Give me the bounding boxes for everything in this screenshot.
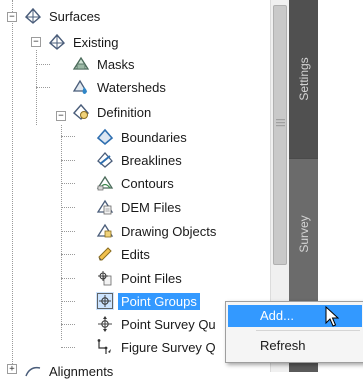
tree-node-label: Point Survey Qu: [121, 316, 216, 332]
tree-node-label: Existing: [73, 34, 119, 50]
tree-node-label: Surfaces: [49, 8, 101, 24]
tree-node-boundaries[interactable]: Boundaries: [96, 126, 190, 148]
edits-icon: [98, 247, 112, 261]
alignments-icon: [25, 366, 41, 377]
contours-icon: [96, 175, 114, 191]
tree-node-label: Contours: [121, 175, 174, 191]
tree-line: [61, 231, 75, 232]
tab-label: Survey: [296, 215, 311, 253]
mouse-cursor-icon: [325, 306, 340, 327]
tab-survey[interactable]: Survey: [289, 159, 318, 310]
tree-line: [61, 347, 75, 348]
tree-line: [36, 87, 50, 88]
surfaces-icon: [25, 7, 41, 24]
tree-node-edits[interactable]: Edits: [96, 243, 153, 265]
figure-survey-queries-icon: [97, 339, 111, 354]
tree-node-label: Edits: [121, 246, 150, 262]
breaklines-icon: [97, 152, 113, 168]
tree-line: [36, 64, 50, 65]
tree-node-surfaces[interactable]: Surfaces: [24, 5, 103, 27]
context-menu: Add... Refresh: [225, 301, 363, 363]
point-files-icon: [98, 271, 112, 286]
tree-line: [61, 278, 75, 279]
tree-node-label: Point Groups: [118, 292, 200, 310]
tree-node-existing[interactable]: Existing: [48, 31, 122, 53]
boundaries-icon: [96, 128, 114, 146]
tree-line: [12, 0, 13, 372]
tree-line: [61, 301, 75, 302]
collapse-existing-toggle[interactable]: −: [31, 37, 41, 47]
tree-node-label: Masks: [97, 56, 135, 72]
tree-node-watersheds[interactable]: Watersheds: [72, 76, 169, 98]
point-groups-icon: [96, 292, 114, 310]
definition-icon: [73, 103, 89, 120]
tree-node-label: Figure Survey Q: [121, 339, 216, 355]
tree-line: [61, 136, 75, 137]
scrollbar-thumb[interactable]: [273, 5, 287, 265]
tree-node-figure-survey-queries[interactable]: Figure Survey Q: [96, 336, 219, 358]
surface-icon: [49, 33, 65, 50]
tree-node-label: Drawing Objects: [121, 223, 217, 239]
tree-line: [61, 160, 75, 161]
tree-node-label: Breaklines: [121, 152, 182, 168]
tree-node-drawing-objects[interactable]: Drawing Objects: [96, 220, 219, 242]
tree-node-label: Boundaries: [121, 129, 187, 145]
collapse-definition-toggle[interactable]: −: [56, 111, 66, 121]
drawing-objects-icon: [96, 223, 114, 238]
tree-line: [61, 125, 62, 340]
expand-alignments-toggle[interactable]: +: [7, 364, 17, 374]
tree-node-label: Definition: [97, 104, 152, 120]
menu-item-refresh[interactable]: Refresh: [228, 335, 362, 357]
menu-item-add[interactable]: Add...: [228, 305, 362, 327]
menu-separator: [256, 330, 360, 331]
tree-node-label: DEM Files: [121, 199, 181, 215]
tree-node-label: Alignments: [49, 363, 114, 379]
tree-node-contours[interactable]: Contours: [96, 172, 177, 194]
tab-settings[interactable]: Settings: [289, 0, 318, 159]
tree-node-point-groups[interactable]: Point Groups: [96, 290, 200, 312]
tree-node-point-survey-queries[interactable]: Point Survey Qu: [96, 313, 219, 335]
dem-files-icon: [96, 199, 114, 215]
tree-node-alignments[interactable]: Alignments: [24, 360, 116, 382]
tree-line: [61, 254, 75, 255]
watersheds-icon: [72, 79, 88, 94]
tree-node-label: Point Files: [121, 270, 182, 286]
tree-line: [61, 207, 75, 208]
point-survey-queries-icon: [98, 316, 112, 332]
tree-node-label: Watersheds: [97, 79, 166, 95]
tree-line: [61, 183, 75, 184]
tree-node-definition[interactable]: Definition: [72, 101, 154, 123]
tree-line: [61, 324, 75, 325]
tab-label: Settings: [296, 57, 311, 101]
tree-node-masks[interactable]: Masks: [72, 53, 138, 75]
collapse-surfaces-toggle[interactable]: −: [7, 12, 17, 22]
grip-icon: ― ― ―: [276, 114, 285, 130]
tree-node-breaklines[interactable]: Breaklines: [96, 149, 185, 171]
tree-node-dem-files[interactable]: DEM Files: [96, 196, 184, 218]
masks-icon: [72, 56, 90, 70]
tree-node-point-files[interactable]: Point Files: [96, 267, 185, 289]
